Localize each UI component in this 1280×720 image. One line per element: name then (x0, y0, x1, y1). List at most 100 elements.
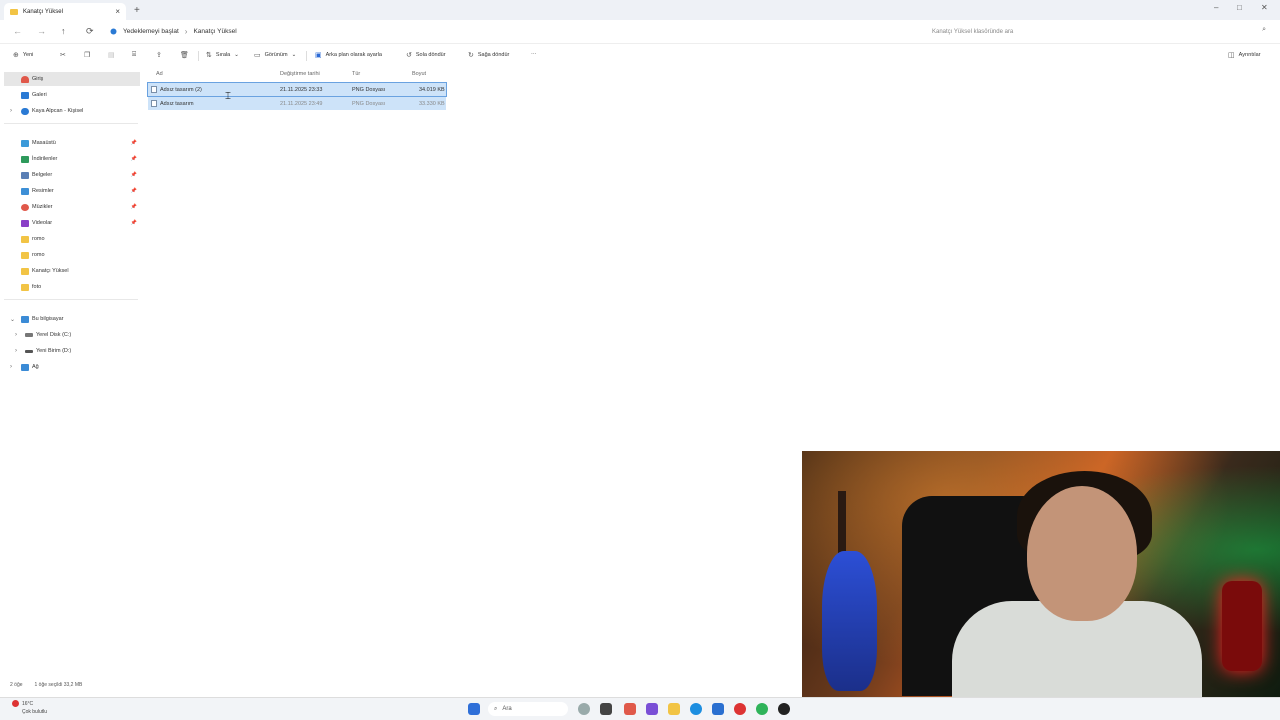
close-window-button[interactable]: ✕ (1261, 3, 1268, 12)
pin-icon[interactable]: 📌 (131, 172, 137, 178)
up-button[interactable]: ↑ (61, 26, 66, 36)
pin-icon[interactable]: 📌 (131, 140, 137, 146)
chevron-right-icon[interactable]: › (15, 348, 17, 354)
rotate-right-button[interactable]: ↻ Sağa döndür (468, 51, 509, 59)
table-row[interactable]: Adsız tasarım (2) 21.11.2025 23:33 PNG D… (147, 82, 447, 97)
maximize-button[interactable]: □ (1237, 3, 1242, 12)
set-background-label: Arka plan olarak ayarla (325, 52, 382, 58)
rotate-left-button[interactable]: ↺ Sola döndür (406, 51, 446, 59)
paste-icon[interactable]: ▤ (108, 51, 115, 59)
sidebar-item-music[interactable]: Müzikler 📌 (4, 200, 140, 214)
sidebar-item-onedrive[interactable]: › Kaya Alpcan - Kişisel (4, 104, 140, 118)
sidebar-item-romo-2[interactable]: romo (4, 248, 140, 262)
weather-widget[interactable]: 16°C Çok bulutlu (12, 700, 47, 716)
computer-icon (21, 315, 29, 323)
sidebar-divider (4, 299, 138, 300)
sidebar-item-label: Kaya Alpcan - Kişisel (32, 108, 84, 114)
refresh-button[interactable]: ⟳ (86, 26, 94, 37)
sidebar-item-this-pc[interactable]: ⌄ Bu bilgisayar (4, 312, 140, 326)
file-modified: 21.11.2025 23:49 (280, 100, 323, 107)
toolbar-divider (198, 51, 199, 61)
chevron-down-icon: ⌄ (291, 52, 297, 58)
widget-icon[interactable] (578, 703, 590, 715)
sidebar-item-pictures[interactable]: Resimler 📌 (4, 184, 140, 198)
desktop-icon (21, 139, 29, 147)
file-name: Adsız tasarım (160, 100, 194, 107)
new-button[interactable]: ⊕ Yeni (13, 51, 33, 59)
sidebar-item-disk-c[interactable]: › Yerel Disk (C:) (4, 328, 140, 342)
breadcrumb-current[interactable]: Kanatçı Yüksel (193, 28, 236, 35)
share-icon[interactable]: ⇪ (156, 51, 162, 59)
backup-link[interactable]: Yedeklemeyi başlat (123, 28, 179, 35)
pin-icon[interactable]: 📌 (131, 156, 137, 162)
column-header-modified[interactable]: Değiştirme tarihi (280, 71, 320, 77)
chevron-right-icon: › (184, 27, 188, 36)
new-tab-button[interactable]: + (134, 5, 140, 16)
pin-icon[interactable]: 📌 (131, 204, 137, 210)
sidebar-item-label: Müzikler (32, 204, 53, 210)
delete-icon[interactable]: 🗑 (180, 51, 189, 59)
edge-icon[interactable] (690, 703, 702, 715)
details-button[interactable]: ◫ Ayrıntılar (1228, 51, 1261, 59)
chevron-right-icon[interactable]: › (10, 364, 12, 370)
chrome-icon[interactable] (734, 703, 746, 715)
set-background-button[interactable]: ▣ Arka plan olarak ayarla (315, 51, 382, 59)
sidebar-item-label: İndirilenler (32, 156, 58, 162)
chevron-right-icon[interactable]: › (15, 332, 17, 338)
search-input[interactable]: Kanatçı Yüksel klasöründe ara ⌕ (925, 25, 1270, 39)
sidebar-item-foto[interactable]: foto (4, 280, 140, 294)
chevron-down-icon[interactable]: ⌄ (10, 316, 15, 323)
toolbar-divider (306, 51, 307, 61)
app-icon[interactable] (646, 703, 658, 715)
backup-icon (110, 28, 117, 35)
sidebar-item-documents[interactable]: Belgeler 📌 (4, 168, 140, 182)
start-icon[interactable] (468, 703, 480, 715)
forward-button[interactable]: → (37, 26, 46, 36)
steam-icon[interactable] (778, 703, 790, 715)
sidebar-item-disk-d[interactable]: › Yeni Birim (D:) (4, 344, 140, 358)
details-label: Ayrıntılar (1238, 52, 1261, 58)
title-bar: Kanatçı Yüksel × + – □ ✕ (0, 0, 1280, 20)
view-button[interactable]: ▭ Görünüm ⌄ (254, 51, 296, 59)
column-header-size[interactable]: Boyut (412, 71, 426, 77)
column-header-name[interactable]: Ad (156, 71, 163, 77)
sidebar-item-label: Bu bilgisayar (32, 316, 64, 322)
download-icon (21, 155, 29, 163)
sidebar-item-downloads[interactable]: İndirilenler 📌 (4, 152, 140, 166)
chevron-right-icon[interactable]: › (10, 108, 12, 114)
sidebar-item-videos[interactable]: Videolar 📌 (4, 216, 140, 230)
pin-icon[interactable]: 📌 (131, 220, 137, 226)
sidebar-item-desktop[interactable]: Masaüstü 📌 (4, 136, 140, 150)
spotify-icon[interactable] (756, 703, 768, 715)
sidebar-item-kanatci-yuksel[interactable]: Kanatçı Yüksel (4, 264, 140, 278)
more-options-button[interactable]: ··· (531, 51, 537, 57)
close-tab-icon[interactable]: × (115, 7, 120, 16)
folder-icon (21, 283, 29, 291)
minimize-button[interactable]: – (1214, 3, 1218, 12)
app-icon[interactable] (624, 703, 636, 715)
table-row[interactable]: Adsız tasarım 21.11.2025 23:49 PNG Dosya… (148, 97, 446, 110)
sidebar-item-home[interactable]: Giriş (4, 72, 140, 86)
temperature: 16°C (22, 701, 34, 707)
tab-kanatci-yuksel[interactable]: Kanatçı Yüksel × (4, 3, 126, 20)
file-explorer-icon[interactable] (668, 703, 680, 715)
back-button[interactable]: ← (13, 26, 22, 36)
copy-icon[interactable]: ❐ (84, 51, 90, 59)
sidebar-item-gallery[interactable]: Galeri (4, 88, 140, 102)
documents-icon (21, 171, 29, 179)
sidebar-item-label: Ağ (32, 364, 39, 370)
cut-icon[interactable]: ✂ (60, 51, 66, 59)
sidebar-item-network[interactable]: › Ağ (4, 360, 140, 374)
disk-icon (25, 333, 33, 337)
rename-icon[interactable]: ⌸ (132, 51, 136, 59)
taskbar-search[interactable]: ⌕ Ara (488, 702, 568, 716)
sidebar-item-label: romo (32, 252, 45, 258)
sort-button[interactable]: ⇅ Sırala ⌄ (206, 51, 239, 59)
chevron-down-icon: ⌄ (234, 52, 239, 58)
sidebar-item-romo[interactable]: romo (4, 232, 140, 246)
task-view-icon[interactable] (600, 703, 612, 715)
pin-icon[interactable]: 📌 (131, 188, 137, 194)
store-icon[interactable] (712, 703, 724, 715)
weather-condition: Çok bulutlu (22, 709, 48, 715)
column-header-type[interactable]: Tür (352, 71, 360, 77)
